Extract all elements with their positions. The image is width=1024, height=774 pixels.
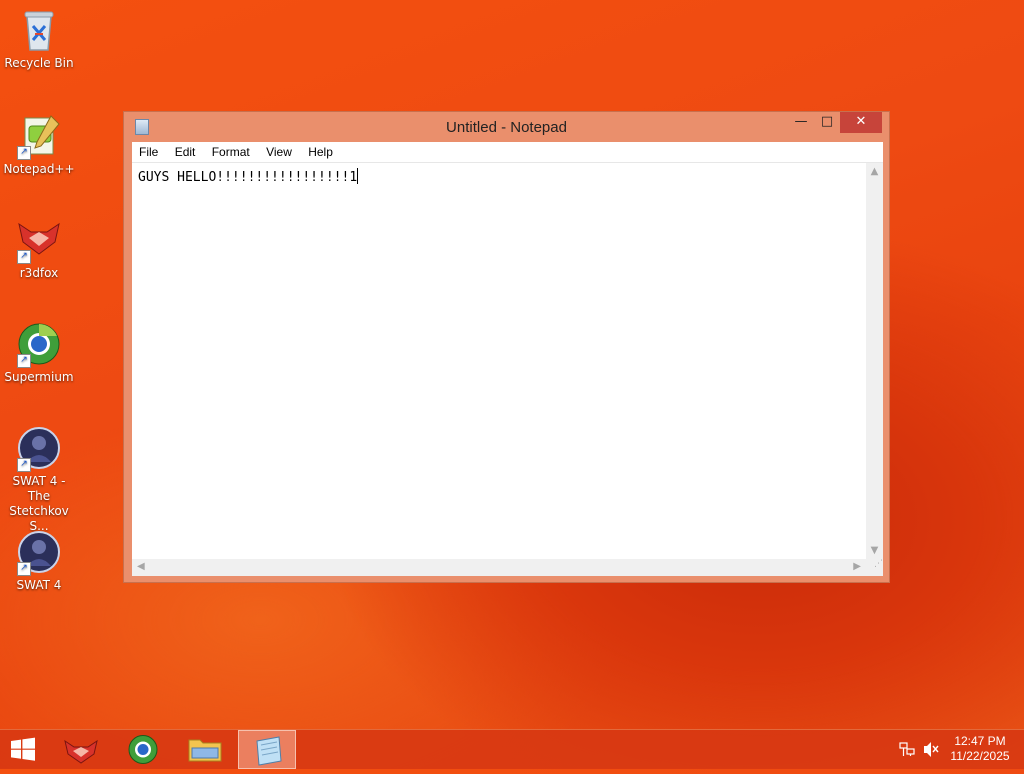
- supermium-icon: ↗: [15, 320, 63, 368]
- shortcut-arrow-icon: ↗: [17, 146, 31, 160]
- notepad-window[interactable]: Untitled - Notepad — □ ✕ File Edit Forma…: [123, 111, 890, 583]
- start-button[interactable]: [0, 730, 58, 769]
- taskbar-clock[interactable]: 12:47 PM 11/22/2025: [940, 734, 1020, 764]
- shortcut-arrow-icon: ↗: [17, 458, 31, 472]
- taskbar-notepad[interactable]: [238, 730, 296, 769]
- recycle-bin-icon: [15, 6, 63, 54]
- taskbar: 12:47 PM 11/22/2025: [0, 729, 1024, 769]
- menu-bar: File Edit Format View Help: [132, 142, 883, 163]
- desktop-icon-label: Recycle Bin: [4, 56, 74, 70]
- shortcut-arrow-icon: ↗: [17, 250, 31, 264]
- desktop-icon-label: SWAT 4 - The Stetchkov S...: [9, 474, 69, 533]
- shortcut-arrow-icon: ↗: [17, 562, 31, 576]
- title-bar[interactable]: Untitled - Notepad — □ ✕: [124, 112, 889, 142]
- scroll-up-icon[interactable]: ▲: [866, 166, 883, 177]
- r3dfox-icon: [64, 739, 98, 764]
- horizontal-scrollbar[interactable]: ◀ ▶: [132, 559, 866, 576]
- r3dfox-icon: ↗: [15, 216, 63, 264]
- network-icon[interactable]: [899, 742, 915, 756]
- desktop-icon-swat4-stetchkov[interactable]: ↗ SWAT 4 - The Stetchkov S...: [2, 424, 76, 534]
- windows-start-icon: [11, 737, 35, 761]
- folder-icon: [188, 739, 222, 762]
- scroll-right-icon[interactable]: ▶: [853, 561, 861, 572]
- swat4-icon: ↗: [15, 528, 63, 576]
- desktop-icon-label: Notepad++: [3, 162, 75, 176]
- desktop-icon-label: SWAT 4: [16, 578, 62, 592]
- desktop-icon-notepadpp[interactable]: ↗ Notepad++: [2, 112, 76, 177]
- supermium-icon: [128, 735, 158, 764]
- editor-content: GUYS HELLO!!!!!!!!!!!!!!!!!1: [138, 170, 358, 185]
- menu-help[interactable]: Help: [301, 142, 339, 159]
- desktop-icon-recycle-bin[interactable]: Recycle Bin: [2, 6, 76, 71]
- menu-edit[interactable]: Edit: [168, 142, 202, 159]
- minimize-button[interactable]: —: [788, 112, 814, 133]
- desktop-icon-supermium[interactable]: ↗ Supermium: [2, 320, 76, 385]
- editor-text[interactable]: GUYS HELLO!!!!!!!!!!!!!!!!!1: [138, 168, 359, 185]
- maximize-button[interactable]: □: [814, 112, 840, 133]
- volume-muted-icon[interactable]: [924, 742, 939, 757]
- swat4-icon: ↗: [15, 424, 63, 472]
- close-button[interactable]: ✕: [840, 112, 882, 133]
- menu-view[interactable]: View: [259, 142, 298, 159]
- clock-time: 12:47 PM: [954, 734, 1006, 748]
- shortcut-arrow-icon: ↗: [17, 354, 31, 368]
- text-editor-area[interactable]: GUYS HELLO!!!!!!!!!!!!!!!!!1 ▲ ▼ ◀ ▶ ⋰: [132, 163, 883, 576]
- menu-file[interactable]: File: [132, 142, 164, 159]
- desktop-icon-label: r3dfox: [19, 266, 59, 280]
- taskbar-supermium[interactable]: [114, 730, 172, 769]
- desktop-icon-r3dfox[interactable]: ↗ r3dfox: [2, 216, 76, 281]
- text-caret: [357, 168, 359, 184]
- clock-date: 11/22/2025: [950, 749, 1010, 763]
- menu-format[interactable]: Format: [205, 142, 256, 159]
- resize-grip-icon[interactable]: ⋰: [866, 559, 883, 576]
- notepadpp-icon: ↗: [15, 112, 63, 160]
- scroll-left-icon[interactable]: ◀: [137, 561, 145, 572]
- notepad-icon: [256, 736, 282, 766]
- scroll-down-icon[interactable]: ▼: [866, 545, 883, 556]
- desktop-icon-label: Supermium: [4, 370, 74, 384]
- desktop-icon-swat4[interactable]: ↗ SWAT 4: [2, 528, 76, 593]
- taskbar-r3dfox[interactable]: [52, 730, 110, 769]
- window-title: Untitled - Notepad: [446, 119, 567, 136]
- vertical-scrollbar[interactable]: ▲ ▼: [866, 163, 883, 559]
- taskbar-file-explorer[interactable]: [176, 730, 234, 769]
